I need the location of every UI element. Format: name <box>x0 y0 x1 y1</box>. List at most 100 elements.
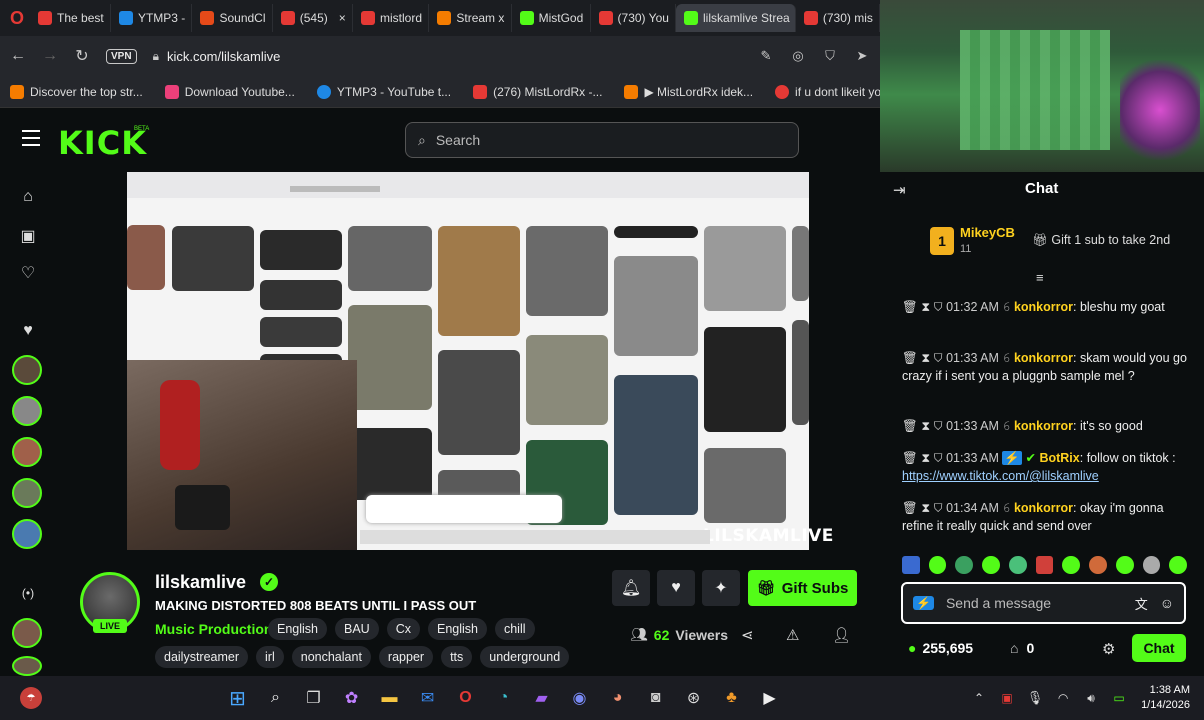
channel-name[interactable]: lilskamlive <box>155 572 246 593</box>
message-user[interactable]: BotRix <box>1039 451 1079 465</box>
pinned-user[interactable]: MikeyCB <box>960 225 1015 240</box>
tab-0[interactable]: The best <box>30 4 111 32</box>
tab-3[interactable]: (545) × <box>273 4 354 32</box>
avatar[interactable] <box>12 396 42 426</box>
timeout-icon[interactable]: ⧗ <box>921 300 930 314</box>
chat-message-input[interactable]: ⚡ Send a message 文 ☺ <box>901 582 1186 624</box>
avatar[interactable] <box>12 519 42 549</box>
wifi-icon[interactable]: ◠ <box>1049 684 1077 712</box>
browse-icon[interactable]: ▣ <box>18 226 38 246</box>
search-icon[interactable]: ⌕ <box>262 684 290 712</box>
battery-icon[interactable]: ▭ <box>1105 684 1133 712</box>
timeout-icon[interactable]: ⧗ <box>921 419 930 433</box>
tag[interactable]: underground <box>480 646 570 668</box>
vpn-badge[interactable]: VPN <box>106 48 137 64</box>
emote-icon[interactable] <box>1062 556 1081 574</box>
widgets-icon[interactable]: ☂ <box>20 687 42 709</box>
emoji-icon[interactable]: ☺ <box>1160 595 1174 611</box>
notification-bell-button[interactable]: 🔔︎ <box>612 570 650 606</box>
opera-logo-icon[interactable]: O <box>4 8 30 29</box>
tag[interactable]: Cx <box>386 618 420 640</box>
app-icon[interactable]: ◕ <box>604 684 632 712</box>
camera-icon[interactable]: ◎ <box>790 48 806 64</box>
avatar[interactable] <box>12 656 42 676</box>
shield-icon[interactable]: ⛉ <box>822 48 838 64</box>
copilot-icon[interactable]: ✿ <box>338 684 366 712</box>
timeout-icon[interactable]: ⧗ <box>921 351 930 365</box>
clipchamp-icon[interactable]: ▰ <box>528 684 556 712</box>
send-chat-button[interactable]: Chat <box>1132 634 1186 662</box>
ban-icon[interactable]: ⛉ <box>934 501 943 515</box>
tab-4[interactable]: mistlord <box>353 4 430 32</box>
steam-icon[interactable]: ⊛ <box>680 684 708 712</box>
message-link[interactable]: https://www.tiktok.com/@lilskamlive <box>902 469 1099 483</box>
live-broadcast-icon[interactable]: (•) <box>18 586 38 606</box>
follow-button[interactable]: ♥ <box>657 570 695 606</box>
following-heart-icon[interactable]: ♡ <box>18 263 38 283</box>
emote-icon[interactable] <box>1035 556 1054 574</box>
outlook-icon[interactable]: ✉ <box>414 684 442 712</box>
tag[interactable]: dailystreamer <box>155 646 249 668</box>
tray-app-icon[interactable]: ▣ <box>993 684 1021 712</box>
emote-icon[interactable] <box>928 556 947 574</box>
forward-arrow-icon[interactable]: → <box>42 47 58 65</box>
emote-icon[interactable] <box>1008 556 1027 574</box>
home-icon[interactable]: ⌂ <box>18 188 38 208</box>
emote-icon[interactable] <box>1089 556 1107 574</box>
profile-settings-icon[interactable]: 👤︎ <box>832 626 851 644</box>
bookmark-2[interactable]: YTMP3 - YouTube t... <box>316 84 451 99</box>
bookmark-3[interactable]: (276) MistLordRx -... <box>473 84 602 99</box>
delete-icon[interactable]: 🗑︎ <box>902 351 918 365</box>
lock-icon[interactable]: 🔒︎ <box>153 49 159 64</box>
timeout-icon[interactable]: ⧗ <box>921 451 930 465</box>
tray-expand-icon[interactable]: ⌃ <box>965 684 993 712</box>
send-icon[interactable]: ➤ <box>854 48 870 64</box>
ban-icon[interactable]: ⛉ <box>934 300 943 314</box>
bot-icon[interactable]: ⚡ <box>913 596 934 610</box>
translate-icon[interactable]: 文 <box>1135 594 1148 613</box>
tag[interactable]: English <box>268 618 327 640</box>
avatar[interactable] <box>12 618 42 648</box>
tag[interactable]: rapper <box>378 646 434 668</box>
expand-pinned-icon[interactable]: ≡ <box>1036 270 1044 285</box>
ban-icon[interactable]: ⛉ <box>934 419 943 433</box>
tab-6[interactable]: MistGod <box>512 4 591 32</box>
opera-icon[interactable]: O <box>452 684 480 712</box>
tag[interactable]: irl <box>256 646 284 668</box>
edge-icon[interactable]: ◔ <box>490 684 518 712</box>
url-field[interactable]: kick.com/lilskamlive <box>167 49 280 64</box>
tag[interactable]: tts <box>441 646 473 668</box>
search-input[interactable]: ⌕ Search <box>405 122 799 158</box>
points-balance[interactable]: ● 255,695 <box>908 640 973 656</box>
delete-icon[interactable]: 🗑︎ <box>902 451 918 465</box>
gift-subs-button[interactable]: 🎁︎ Gift Subs <box>748 570 857 606</box>
file-explorer-icon[interactable]: ▬ <box>376 684 404 712</box>
collapse-chat-icon[interactable]: ⇥ <box>893 181 906 199</box>
delete-icon[interactable]: 🗑︎ <box>902 300 918 314</box>
bookmark-4[interactable]: ▶ MistLordRx idek... <box>624 84 753 99</box>
chat-settings-icon[interactable]: ⚙ <box>1102 640 1115 658</box>
tab-5[interactable]: Stream x <box>429 4 512 32</box>
drops-balance[interactable]: ⌂ 0 <box>1010 640 1034 656</box>
ban-icon[interactable]: ⛉ <box>934 451 943 465</box>
reload-icon[interactable]: ↻ <box>74 46 90 66</box>
avatar[interactable] <box>12 437 42 467</box>
emote-icon[interactable] <box>1169 556 1188 574</box>
category-link[interactable]: Music Production <box>155 621 272 637</box>
fl-studio-icon[interactable]: ♣ <box>718 684 746 712</box>
emote-icon[interactable] <box>1142 556 1161 574</box>
bookmark-0[interactable]: Discover the top str... <box>10 84 143 99</box>
timeout-icon[interactable]: ⧗ <box>921 501 930 515</box>
message-user[interactable]: konkorror <box>1014 351 1073 365</box>
tab-1[interactable]: YTMP3 - <box>111 4 193 32</box>
back-arrow-icon[interactable]: ← <box>10 47 26 65</box>
hamburger-menu-icon[interactable] <box>22 130 40 146</box>
message-user[interactable]: konkorror <box>1014 419 1073 433</box>
report-icon[interactable]: ⚠ <box>786 626 799 644</box>
task-view-icon[interactable]: ❐ <box>300 684 328 712</box>
media-player-icon[interactable]: ▶ <box>756 684 784 712</box>
volume-icon[interactable]: 🔊︎ <box>1077 684 1105 712</box>
close-icon[interactable]: × <box>339 11 346 25</box>
emote-icon[interactable] <box>955 556 974 574</box>
message-user[interactable]: konkorror <box>1014 300 1073 314</box>
